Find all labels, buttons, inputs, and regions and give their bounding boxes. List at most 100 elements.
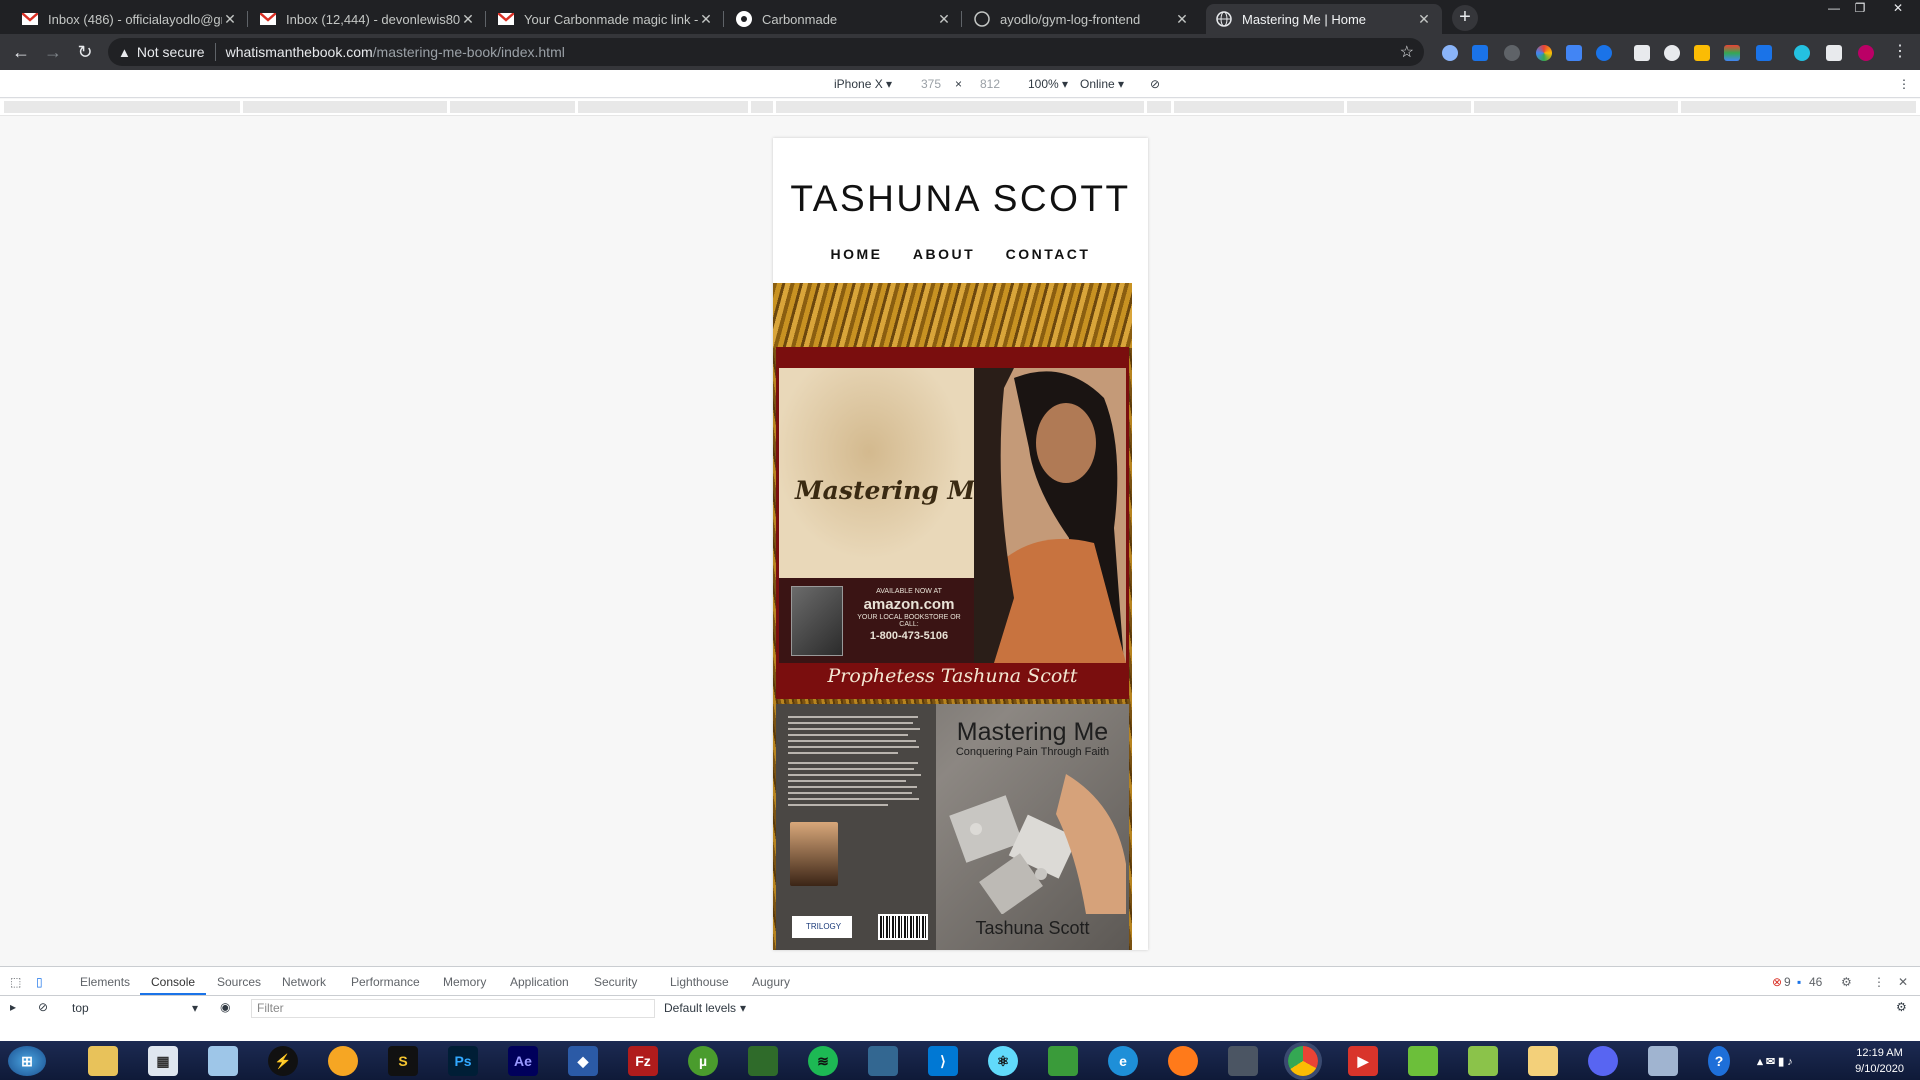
new-tab-button[interactable]: + <box>1452 5 1478 31</box>
message-icon[interactable]: ▪ <box>1797 975 1801 989</box>
extension-icon[interactable] <box>1442 45 1458 61</box>
tab-carbonmade-link[interactable]: Your Carbonmade magic link - S ✕ <box>488 4 724 34</box>
tab-application[interactable]: Application <box>510 975 569 989</box>
nav-contact[interactable]: CONTACT <box>1006 246 1091 262</box>
close-icon[interactable]: ✕ <box>698 11 714 27</box>
clock[interactable]: 12:19 AM 9/10/2020 <box>1855 1045 1904 1077</box>
firefox-icon[interactable] <box>1168 1046 1198 1076</box>
back-icon[interactable]: ← <box>9 40 33 64</box>
close-icon[interactable]: ✕ <box>1174 11 1190 27</box>
extension-icon[interactable] <box>1794 45 1810 61</box>
postgres-icon[interactable] <box>868 1046 898 1076</box>
context-select[interactable]: top <box>72 1001 89 1015</box>
viewport-height-input[interactable]: 812 <box>980 77 1000 91</box>
device-select[interactable]: iPhone X ▾ <box>834 77 892 91</box>
window-close-icon[interactable]: ✕ <box>1886 0 1910 16</box>
error-count[interactable]: 9 <box>1784 975 1791 989</box>
fl-studio-icon[interactable] <box>328 1046 358 1076</box>
extension-icon[interactable] <box>1724 45 1740 61</box>
app-icon[interactable]: ⚡ <box>268 1046 298 1076</box>
chrome-icon[interactable] <box>1288 1046 1318 1076</box>
chevron-down-icon[interactable]: ▾ <box>192 1001 198 1015</box>
nav-home[interactable]: HOME <box>831 246 883 262</box>
after-effects-icon[interactable]: Ae <box>508 1046 538 1076</box>
close-icon[interactable]: ✕ <box>222 11 238 27</box>
device-toggle-icon[interactable]: ▯ <box>36 975 43 989</box>
zoom-select[interactable]: 100% ▾ <box>1028 77 1068 91</box>
atom-icon[interactable]: ⚛ <box>988 1046 1018 1076</box>
tab-elements[interactable]: Elements <box>80 975 130 989</box>
sidebar-toggle-icon[interactable]: ▸ <box>10 1000 16 1014</box>
tab-memory[interactable]: Memory <box>443 975 486 989</box>
tab-augury[interactable]: Augury <box>752 975 790 989</box>
chevron-down-icon[interactable]: ▾ <box>740 1001 746 1015</box>
tab-network[interactable]: Network <box>282 975 326 989</box>
extension-icon[interactable] <box>1694 45 1710 61</box>
tab-mastering-me[interactable]: Mastering Me | Home ✕ <box>1206 4 1442 34</box>
app-icon[interactable]: ◆ <box>568 1046 598 1076</box>
puzzle-icon[interactable] <box>1826 45 1842 61</box>
address-bar[interactable]: ▲ Not secure whatismanthebook.com /maste… <box>108 38 1424 66</box>
error-icon[interactable]: ⊗ <box>1772 975 1782 989</box>
notepad-icon[interactable] <box>208 1046 238 1076</box>
avatar[interactable] <box>1858 45 1874 61</box>
extension-icon[interactable] <box>1596 45 1612 61</box>
extension-icon[interactable] <box>1472 45 1488 61</box>
clear-console-icon[interactable]: ⊘ <box>38 1000 48 1014</box>
restore-icon[interactable]: ❐ <box>1848 0 1872 16</box>
tab-lighthouse[interactable]: Lighthouse <box>670 975 729 989</box>
log-levels-select[interactable]: Default levels <box>664 1001 736 1015</box>
close-icon[interactable]: ✕ <box>460 11 476 27</box>
app-icon[interactable] <box>1468 1046 1498 1076</box>
tab-github[interactable]: ayodlo/gym-log-frontend ✕ <box>964 4 1200 34</box>
terminal-icon[interactable] <box>1228 1046 1258 1076</box>
devtools-close-icon[interactable]: ✕ <box>1898 975 1908 989</box>
filter-input[interactable]: Filter <box>251 999 655 1018</box>
folder-icon[interactable] <box>1528 1046 1558 1076</box>
tray-icons[interactable]: ▴ ✉ ▮ ♪ <box>1740 1046 1810 1076</box>
viewport-width-input[interactable]: 375 <box>921 77 941 91</box>
message-count[interactable]: 46 <box>1809 975 1822 989</box>
extension-icon[interactable] <box>1566 45 1582 61</box>
discord-icon[interactable] <box>1588 1046 1618 1076</box>
settings-icon[interactable]: ⚙ <box>1841 975 1852 989</box>
app-icon[interactable] <box>1048 1046 1078 1076</box>
tab-sources[interactable]: Sources <box>217 975 261 989</box>
extension-icon[interactable] <box>1664 45 1680 61</box>
youtube-mp3-icon[interactable]: ▶ <box>1348 1046 1378 1076</box>
start-button[interactable]: ⊞ <box>8 1046 46 1076</box>
console-settings-icon[interactable]: ⚙ <box>1896 1000 1907 1014</box>
tab-inbox-official[interactable]: Inbox (486) - officialayodlo@gma ✕ <box>12 4 248 34</box>
bookmark-star-icon[interactable]: ☆ <box>1400 42 1414 62</box>
spotify-icon[interactable]: ≋ <box>808 1046 838 1076</box>
app-icon[interactable] <box>748 1046 778 1076</box>
extension-icon[interactable] <box>1756 45 1772 61</box>
minimize-icon[interactable]: — <box>1822 0 1846 16</box>
utorrent-icon[interactable]: µ <box>688 1046 718 1076</box>
tab-security[interactable]: Security <box>594 975 637 989</box>
extension-icon[interactable] <box>1634 45 1650 61</box>
ie-icon[interactable]: e <box>1108 1046 1138 1076</box>
tab-performance[interactable]: Performance <box>351 975 420 989</box>
vscode-icon[interactable]: ⟩ <box>928 1046 958 1076</box>
devtools-menu-icon[interactable]: ⋮ <box>1873 975 1885 989</box>
app-icon[interactable] <box>1408 1046 1438 1076</box>
tab-inbox-devon[interactable]: Inbox (12,444) - devonlewis808@ ✕ <box>250 4 486 34</box>
tab-console[interactable]: Console <box>151 975 195 989</box>
sublime-icon[interactable]: S <box>388 1046 418 1076</box>
tab-carbonmade[interactable]: Carbonmade ✕ <box>726 4 962 34</box>
extension-icon[interactable] <box>1504 45 1520 61</box>
device-menu-icon[interactable]: ⋮ <box>1898 77 1910 91</box>
rotate-icon[interactable]: ⊘ <box>1150 77 1160 91</box>
extension-icon[interactable] <box>1536 45 1552 61</box>
close-icon[interactable]: ✕ <box>936 11 952 27</box>
close-icon[interactable]: ✕ <box>1416 11 1432 27</box>
eye-icon[interactable]: ◉ <box>220 1000 230 1014</box>
help-icon[interactable]: ? <box>1708 1046 1730 1076</box>
inspect-icon[interactable]: ⬚ <box>10 975 21 989</box>
network-select[interactable]: Online ▾ <box>1080 77 1124 91</box>
calculator-icon[interactable]: ▦ <box>148 1046 178 1076</box>
app-icon[interactable] <box>1648 1046 1678 1076</box>
filezilla-icon[interactable]: Fz <box>628 1046 658 1076</box>
nav-about[interactable]: ABOUT <box>913 246 975 262</box>
